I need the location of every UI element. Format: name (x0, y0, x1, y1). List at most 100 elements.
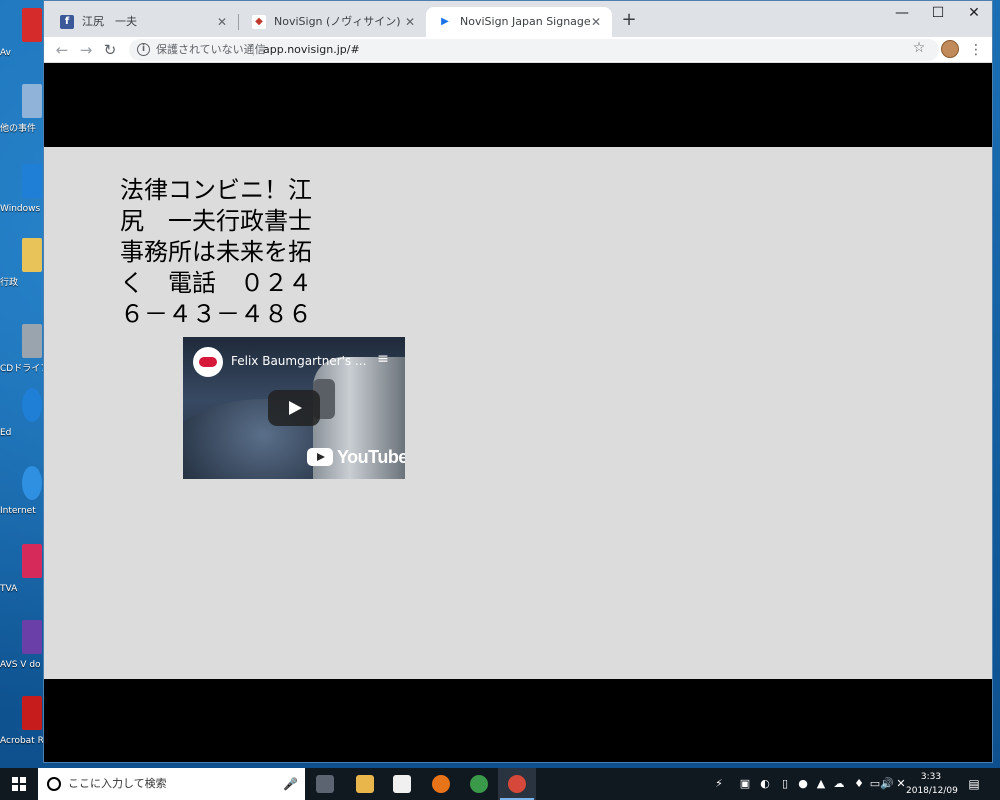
task-view-button[interactable] (306, 768, 344, 800)
address-separator (253, 44, 254, 56)
clock-date: 2018/12/09 (906, 786, 958, 796)
close-window-button[interactable]: ✕ (956, 1, 992, 25)
chrome-icon (470, 775, 488, 793)
store-icon (393, 775, 411, 793)
store-button[interactable] (383, 768, 421, 800)
onedrive-icon[interactable]: ☁ (832, 776, 846, 792)
tray-app-icon[interactable]: ▣ (738, 776, 752, 792)
tab-title: 江尻 一夫 (82, 15, 137, 28)
desktop-icon-internet-explorer[interactable]: Internet (0, 466, 44, 526)
signage-message-text: 法律コンビニ！江尻 一夫行政書士事務所は未来を拓く 電話 ０２４６－４３－４８６ (120, 176, 312, 328)
youtube-logo[interactable]: YouTube (307, 445, 405, 469)
browser-window: f 江尻 一夫 ✕ ◆ NoviSign (ノヴィサイン) ✕ ▶ NoviSi… (43, 0, 993, 763)
desktop-icon-avs-video[interactable]: AVS V do (0, 620, 44, 680)
browser-menu-icon[interactable]: ⋮ (969, 38, 983, 62)
novisign-favicon-icon: ◆ (252, 15, 266, 29)
firefox-icon (432, 775, 450, 793)
play-button[interactable] (268, 390, 320, 426)
reload-button[interactable]: ↻ (98, 38, 122, 62)
profile-avatar[interactable] (941, 40, 959, 58)
file-explorer-icon (356, 775, 374, 793)
tray-app-icon[interactable]: ▯ (778, 776, 792, 792)
desktop-icon-cd-drive[interactable]: CDドライブ カ (0, 324, 44, 384)
playlist-icon[interactable]: ≡ (373, 349, 393, 369)
desktop-icon-gyousei[interactable]: 行政 (0, 238, 44, 298)
signage-content-area: 法律コンビニ！江尻 一夫行政書士事務所は未来を拓く 電話 ０２４６－４３－４８６… (44, 147, 992, 679)
internet-explorer-icon (22, 466, 42, 500)
desktop-icon-label: Av (0, 48, 11, 58)
task-view-icon (316, 775, 334, 793)
desktop-icon-label: Acrobat R (0, 736, 44, 746)
tray-app-icon[interactable]: ◐ (758, 776, 772, 792)
desktop-icon-label: AVS V do (0, 660, 41, 670)
desktop-icon-label: Ed (0, 428, 12, 438)
forward-button[interactable]: → (74, 38, 98, 62)
desktop-icon-label: TVA (0, 584, 18, 594)
tab-title: NoviSign Japan Signage (460, 15, 591, 28)
youtube-video-embed[interactable]: Felix Baumgartner's ... ≡ YouTube (183, 337, 405, 479)
youtube-wordmark: YouTube (337, 447, 405, 467)
desktop-icon-tva[interactable]: TVA (0, 544, 44, 604)
info-icon[interactable]: i (137, 43, 150, 56)
chrome-active-window-button[interactable] (498, 768, 536, 800)
edge-icon (22, 388, 42, 422)
page-viewport: 法律コンビニ！江尻 一夫行政書士事務所は未来を拓く 電話 ０２４６－４３－４８６… (44, 63, 992, 762)
desktop-icon-acrobat[interactable]: Acrobat R (0, 696, 44, 756)
tab-close-icon[interactable]: ✕ (588, 7, 604, 37)
chrome-button[interactable] (460, 768, 498, 800)
av-app-icon (22, 8, 42, 42)
windows-logo-icon (12, 777, 26, 791)
windows-system-icon (22, 164, 42, 198)
back-button[interactable]: ← (50, 38, 74, 62)
video-title[interactable]: Felix Baumgartner's ... (231, 353, 371, 369)
tray-app-icon[interactable]: ▲ (814, 776, 828, 792)
desktop-icon-label: 他の事件 (0, 124, 37, 134)
security-status-label: 保護されていない通信 (156, 43, 266, 56)
cortana-icon[interactable] (47, 777, 61, 791)
avs-video-icon (22, 620, 42, 654)
desktop-icon-windows-system[interactable]: Windows システム (0, 164, 44, 224)
youtube-play-icon (307, 448, 333, 466)
folder-icon (22, 238, 42, 272)
minimize-button[interactable]: — (884, 1, 920, 25)
browser-toolbar: ← → ↻ i 保護されていない通信 app.novisign.jp/# ☆ ⋮ (44, 37, 992, 63)
desktop-icon-label: Windows システム (0, 204, 44, 214)
novisign-play-favicon-icon: ▶ (438, 15, 452, 29)
taskbar: ここに入力して検索 🎤 ⚡ ▣ ◐ ▯ ● ▲ ☁ ♦ ▭ 🔊 ✕ 3:33 2… (0, 768, 1000, 800)
maximize-button[interactable]: ☐ (920, 1, 956, 25)
desktop-icon-column: Av 他の事件 Windows システム 行政 CDドライブ カ Ed Inte… (0, 0, 44, 768)
tray-network-icon[interactable]: ⚡ (712, 776, 726, 792)
desktop-icon-label: 行政 (0, 278, 19, 288)
tab-close-icon[interactable]: ✕ (402, 7, 418, 37)
tab-title: NoviSign (ノヴィサイン) (274, 15, 401, 28)
red-bull-channel-icon[interactable] (193, 347, 223, 377)
notification-center-icon[interactable]: ▤ (966, 776, 982, 792)
tab-close-icon[interactable]: ✕ (214, 7, 230, 37)
tab-facebook[interactable]: f 江尻 一夫 ✕ (48, 7, 238, 37)
firefox-button[interactable] (422, 768, 460, 800)
chrome-icon (508, 775, 526, 793)
desktop-icon-av[interactable]: Av (0, 8, 44, 68)
tab-separator (238, 14, 239, 30)
address-bar[interactable]: i 保護されていない通信 app.novisign.jp/# (129, 39, 939, 61)
tray-app-icon[interactable]: ● (796, 776, 810, 792)
new-tab-button[interactable]: + (618, 9, 640, 31)
desktop-icon-edge[interactable]: Ed (0, 388, 44, 448)
start-button[interactable] (0, 768, 38, 800)
taskbar-search-box[interactable]: ここに入力して検索 🎤 (38, 768, 305, 800)
tab-strip: f 江尻 一夫 ✕ ◆ NoviSign (ノヴィサイン) ✕ ▶ NoviSi… (44, 1, 992, 37)
facebook-favicon-icon: f (60, 15, 74, 29)
search-placeholder: ここに入力して検索 (68, 777, 167, 790)
microphone-icon[interactable]: 🎤 (283, 776, 298, 792)
tab-novisign[interactable]: ◆ NoviSign (ノヴィサイン) ✕ (240, 7, 426, 37)
taskbar-clock[interactable]: 3:33 2018/12/09 (906, 770, 958, 798)
tray-app-icon[interactable]: ♦ (852, 776, 866, 792)
desktop-icon-folder[interactable]: 他の事件 (0, 84, 44, 144)
bookmark-star-icon[interactable]: ☆ (909, 38, 929, 58)
url-text[interactable]: app.novisign.jp/# (263, 39, 360, 61)
volume-icon[interactable]: 🔊 (880, 776, 894, 792)
cd-drive-icon (22, 324, 42, 358)
clock-time: 3:33 (920, 772, 942, 782)
file-explorer-button[interactable] (346, 768, 384, 800)
tab-novisign-japan-signage[interactable]: ▶ NoviSign Japan Signage ✕ (426, 7, 612, 37)
